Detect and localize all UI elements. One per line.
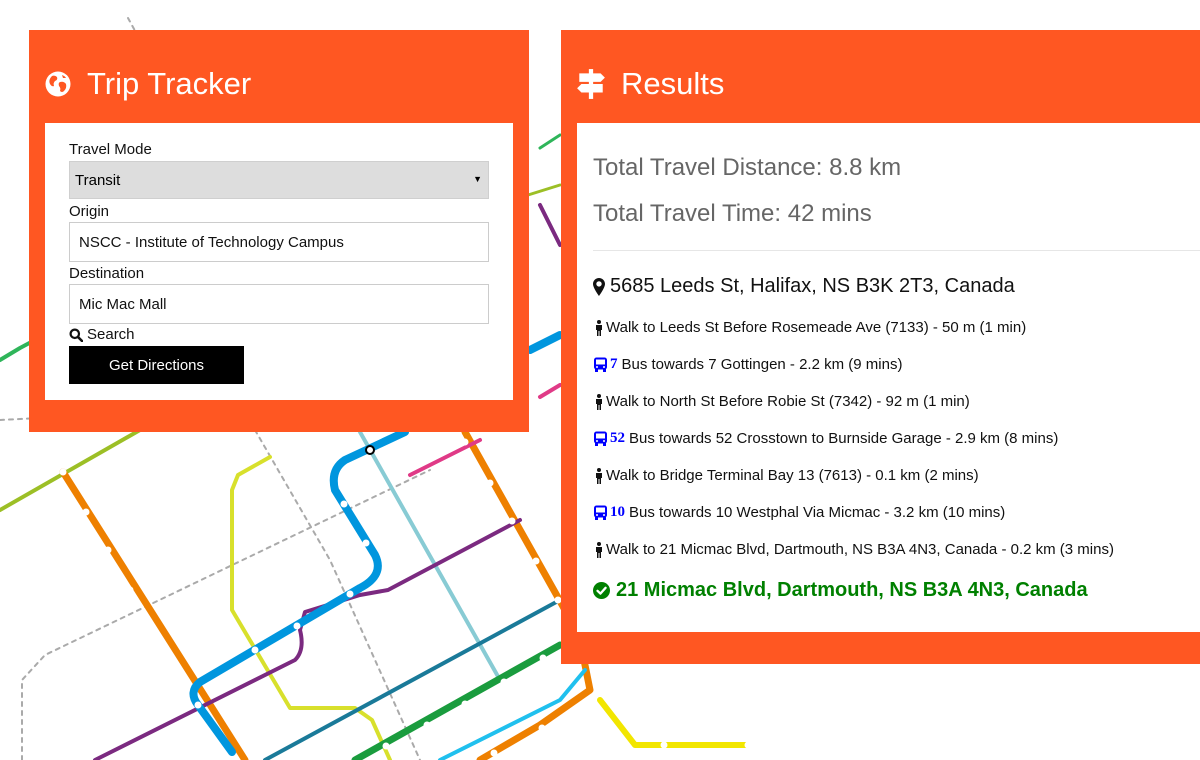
walking-person-icon <box>596 541 602 558</box>
step-text: Bus towards 52 Crosstown to Burnside Gar… <box>629 430 1059 447</box>
divider <box>593 250 1200 251</box>
origin-label: Origin <box>69 203 110 220</box>
step-text: Walk to Bridge Terminal Bay 13 (7613) - … <box>606 467 979 484</box>
trip-form: Travel Mode Transit ▼ Origin Destination… <box>45 123 513 400</box>
origin-address: 5685 Leeds St, Halifax, NS B3K 2T3, Cana… <box>610 275 1015 297</box>
step-text: Bus towards 10 Westphal Via Micmac - 3.2… <box>629 504 1006 521</box>
route-number: 10 <box>610 504 625 520</box>
route-number: 52 <box>610 430 625 446</box>
origin-input[interactable] <box>69 222 489 262</box>
check-circle-icon <box>593 582 610 599</box>
route-number: 7 <box>610 356 618 372</box>
step-row: Walk to North St Before Robie St (7342) … <box>593 393 970 410</box>
step-row: Walk to Bridge Terminal Bay 13 (7613) - … <box>593 467 979 484</box>
travel-mode-select[interactable]: Transit ▼ <box>69 161 489 199</box>
walking-person-icon <box>596 467 602 484</box>
step-row: Walk to 21 Micmac Blvd, Dartmouth, NS B3… <box>593 541 1114 558</box>
results-title: Results <box>621 66 725 101</box>
search-icon <box>69 328 83 342</box>
chevron-down-icon: ▼ <box>473 174 482 184</box>
travel-mode-label: Travel Mode <box>69 141 152 158</box>
origin-address-row: 5685 Leeds St, Halifax, NS B3K 2T3, Cana… <box>593 275 1015 298</box>
bus-icon <box>594 505 607 520</box>
total-time: Total Travel Time: 42 mins <box>593 200 872 227</box>
step-row: 10 Bus towards 10 Westphal Via Micmac - … <box>593 504 1005 521</box>
travel-mode-value: Transit <box>75 172 121 189</box>
bus-icon <box>594 357 607 372</box>
total-distance: Total Travel Distance: 8.8 km <box>593 154 902 181</box>
trip-tracker-header: Trip Tracker <box>45 64 251 104</box>
step-text: Walk to 21 Micmac Blvd, Dartmouth, NS B3… <box>606 541 1114 558</box>
search-label: Search <box>87 326 135 343</box>
step-text: Bus towards 7 Gottingen - 2.2 km (9 mins… <box>621 356 903 373</box>
get-directions-button[interactable]: Get Directions <box>69 346 244 384</box>
bus-icon <box>594 431 607 446</box>
walking-person-icon <box>596 319 602 336</box>
step-row: 7 Bus towards 7 Gottingen - 2.2 km (9 mi… <box>593 356 902 373</box>
trip-tracker-title: Trip Tracker <box>87 66 252 101</box>
results-body: Total Travel Distance: 8.8 km Total Trav… <box>577 123 1200 632</box>
trip-tracker-panel: Trip Tracker Travel Mode Transit ▼ Origi… <box>29 30 529 432</box>
signpost-icon <box>577 69 605 99</box>
step-row: Walk to Leeds St Before Rosemeade Ave (7… <box>593 319 1026 336</box>
destination-input[interactable] <box>69 284 489 324</box>
results-panel: Results Total Travel Distance: 8.8 km To… <box>561 30 1200 664</box>
destination-address: 21 Micmac Blvd, Dartmouth, NS B3A 4N3, C… <box>616 579 1088 601</box>
walking-person-icon <box>596 393 602 410</box>
step-text: Walk to North St Before Robie St (7342) … <box>606 393 970 410</box>
results-header: Results <box>577 64 724 104</box>
destination-label: Destination <box>69 265 145 282</box>
step-row: 52 Bus towards 52 Crosstown to Burnside … <box>593 430 1058 447</box>
destination-address-row: 21 Micmac Blvd, Dartmouth, NS B3A 4N3, C… <box>593 579 1088 602</box>
map-marker-icon <box>593 277 605 296</box>
search-label-row: Search <box>69 326 135 343</box>
step-text: Walk to Leeds St Before Rosemeade Ave (7… <box>606 319 1027 336</box>
globe-icon <box>45 71 71 97</box>
